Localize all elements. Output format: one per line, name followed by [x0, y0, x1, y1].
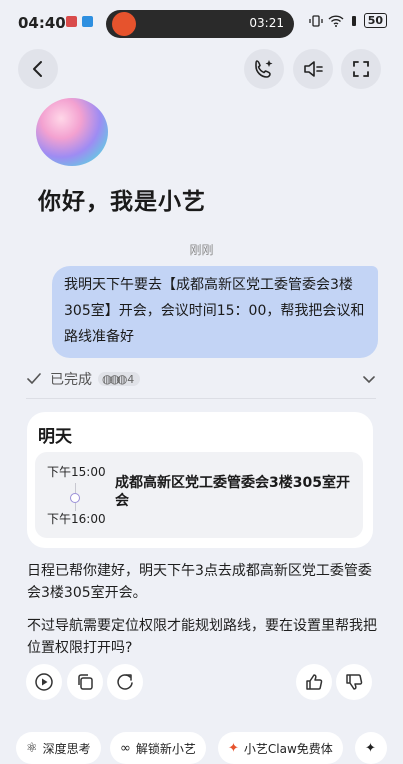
greeting-title: 你好，我是小艺: [38, 189, 206, 215]
speaker-button[interactable]: [293, 49, 333, 89]
atom-icon: ⚛: [26, 740, 38, 756]
sparkle-icon: ✦: [365, 740, 376, 756]
chevron-left-icon: [33, 61, 42, 77]
assistant-reply: 不过导航需要定位权限才能规划路线，要在设置里帮我把位置权限打开吗?: [27, 618, 377, 656]
infinity-icon: ∞: [120, 740, 131, 756]
ai-call-button[interactable]: [244, 49, 284, 89]
event-end-time: 下午16:00: [47, 512, 106, 526]
chip-label: 解锁新小艺: [135, 741, 196, 756]
app-notification-icon: [82, 16, 93, 27]
divider: [26, 398, 376, 399]
signal-icon: [351, 15, 356, 26]
status-time: 04:40: [18, 14, 66, 32]
record-icon: [112, 12, 136, 36]
expand-icon: [353, 61, 369, 77]
recording-time: 03:21: [249, 16, 284, 30]
check-icon: [27, 373, 41, 384]
status-icons: 50: [309, 13, 387, 28]
speaker-icon: [304, 61, 323, 77]
play-icon: [35, 673, 53, 691]
chip-label: 深度思考: [42, 741, 91, 756]
chevron-down-icon[interactable]: [362, 374, 376, 384]
chip-deep-thinking[interactable]: ⚛ 深度思考: [16, 732, 101, 764]
assistant-reply: 日程已帮你建好，明天下午3点去成都高新区党工委管委会3楼305室开会。: [27, 563, 372, 601]
vibrate-icon: [309, 14, 323, 27]
user-message-bubble[interactable]: 我明天下午要去【成都高新区党工委管委会3楼305室】开会，会议时间15：00，帮…: [52, 266, 378, 358]
share-button[interactable]: [107, 664, 143, 700]
thumbs-up-icon: [306, 674, 323, 690]
back-button[interactable]: [18, 49, 58, 89]
wifi-icon: [328, 14, 344, 27]
like-button[interactable]: [296, 664, 332, 700]
schedule-day: 明天: [38, 427, 72, 447]
task-status-row[interactable]: 已完成 ◍◍◍ 4: [26, 368, 376, 390]
tool-count-badge: ◍◍◍ 4: [98, 372, 141, 386]
share-icon: [117, 674, 133, 690]
expand-button[interactable]: [341, 49, 381, 89]
more-sparkle-button[interactable]: ✦: [355, 732, 387, 764]
chip-label: 小艺Claw免费体: [243, 741, 333, 756]
calendar-event[interactable]: 下午15:00 下午16:00 成都高新区党工委管委会3楼305室开会: [35, 452, 363, 538]
chip-xiaoyi-claw[interactable]: ✦ 小艺Claw免费体: [218, 732, 343, 764]
event-start-time: 下午15:00: [47, 465, 106, 479]
play-button[interactable]: [26, 664, 62, 700]
status-label: 已完成: [50, 372, 92, 388]
xiaoyi-logo: [36, 98, 108, 166]
claw-icon: ✦: [228, 740, 239, 756]
copy-button[interactable]: [67, 664, 103, 700]
status-bar: 04:40 03:21 50: [0, 0, 403, 46]
message-timestamp: 刚刚: [189, 243, 214, 257]
recording-pill[interactable]: 03:21: [106, 10, 294, 38]
timeline-line: [75, 483, 76, 493]
phone-sparkle-icon: [255, 60, 273, 78]
tool-count: 4: [127, 372, 135, 386]
notification-icon: [66, 16, 77, 27]
suggestion-chips: ⚛ 深度思考 ∞ 解锁新小艺 ✦ 小艺Claw免费体 ✦: [16, 732, 403, 764]
event-title: 成都高新区党工委管委会3楼305室开会: [115, 475, 350, 509]
copy-icon: [78, 674, 93, 690]
battery-indicator: 50: [363, 13, 387, 28]
dislike-button[interactable]: [336, 664, 372, 700]
tool-avatars-icon: ◍◍◍: [102, 372, 127, 386]
chip-unlock-new-xiaoyi[interactable]: ∞ 解锁新小艺: [110, 732, 206, 764]
thumbs-down-icon: [346, 674, 363, 690]
schedule-card[interactable]: 明天 下午15:00 下午16:00 成都高新区党工委管委会3楼305室开会: [27, 412, 373, 548]
timeline-dot-icon: [70, 493, 80, 503]
